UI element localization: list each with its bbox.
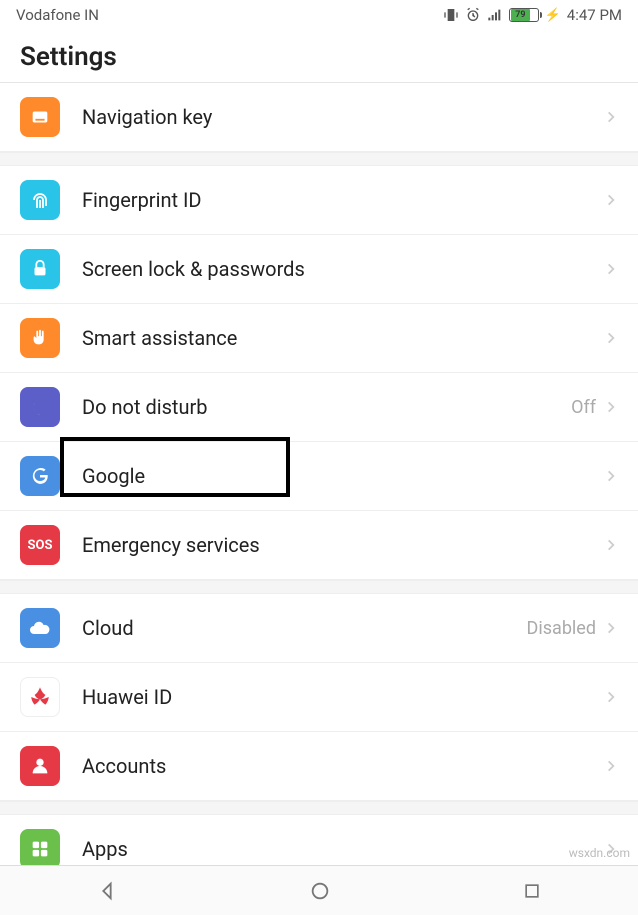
fingerprint-icon [20, 180, 60, 220]
battery-icon: 79 [509, 8, 539, 22]
hand-icon [20, 318, 60, 358]
row-label: Huawei ID [82, 685, 604, 709]
charging-icon: ⚡ [545, 8, 561, 23]
apps-icon [20, 829, 60, 869]
section-divider [0, 580, 638, 594]
chevron-right-icon [604, 190, 618, 210]
row-huawei-id[interactable]: Huawei ID [0, 663, 638, 732]
page-title: Settings [0, 28, 638, 83]
row-label: Navigation key [82, 105, 604, 129]
chevron-right-icon [604, 535, 618, 555]
alarm-icon [465, 7, 481, 23]
vibrate-icon [443, 7, 459, 23]
clock-label: 4:47 PM [567, 6, 622, 24]
account-icon [20, 746, 60, 786]
row-label: Smart assistance [82, 326, 604, 350]
row-label: Do not disturb [82, 395, 571, 419]
row-smart-assistance[interactable]: Smart assistance [0, 304, 638, 373]
sos-icon: SOS [20, 525, 60, 565]
row-fingerprint-id[interactable]: Fingerprint ID [0, 166, 638, 235]
chevron-right-icon [604, 328, 618, 348]
huawei-icon [20, 677, 60, 717]
row-google[interactable]: Google [0, 442, 638, 511]
cloud-icon [20, 608, 60, 648]
chevron-right-icon [604, 756, 618, 776]
row-label: Accounts [82, 754, 604, 778]
row-do-not-disturb[interactable]: Do not disturb Off [0, 373, 638, 442]
nav-bar [0, 865, 638, 915]
signal-icon [487, 7, 503, 23]
section-divider [0, 801, 638, 815]
chevron-right-icon [604, 259, 618, 279]
row-label: Apps [82, 837, 604, 861]
row-value: Off [571, 397, 596, 418]
row-label: Cloud [82, 616, 527, 640]
navigation-key-icon [20, 97, 60, 137]
row-label: Emergency services [82, 533, 604, 557]
carrier-label: Vodafone IN [16, 6, 99, 24]
row-value: Disabled [527, 618, 596, 639]
row-screen-lock[interactable]: Screen lock & passwords [0, 235, 638, 304]
section-divider [0, 152, 638, 166]
lock-icon [20, 249, 60, 289]
row-emergency-services[interactable]: SOS Emergency services [0, 511, 638, 580]
row-navigation-key[interactable]: Navigation key [0, 83, 638, 152]
nav-back-icon[interactable] [96, 880, 118, 902]
chevron-right-icon [604, 687, 618, 707]
row-cloud[interactable]: Cloud Disabled [0, 594, 638, 663]
google-icon [20, 456, 60, 496]
row-accounts[interactable]: Accounts [0, 732, 638, 801]
watermark: wsxdn.com [569, 846, 630, 860]
row-label: Screen lock & passwords [82, 257, 604, 281]
chevron-right-icon [604, 618, 618, 638]
chevron-right-icon [604, 466, 618, 486]
row-label: Google [82, 464, 604, 488]
moon-icon [20, 387, 60, 427]
row-label: Fingerprint ID [82, 188, 604, 212]
nav-home-icon[interactable] [309, 880, 331, 902]
nav-recent-icon[interactable] [522, 881, 542, 901]
status-bar: Vodafone IN 79 ⚡ 4:47 PM [0, 0, 638, 28]
chevron-right-icon [604, 397, 618, 417]
status-icons: 79 ⚡ 4:47 PM [443, 6, 622, 24]
chevron-right-icon [604, 107, 618, 127]
